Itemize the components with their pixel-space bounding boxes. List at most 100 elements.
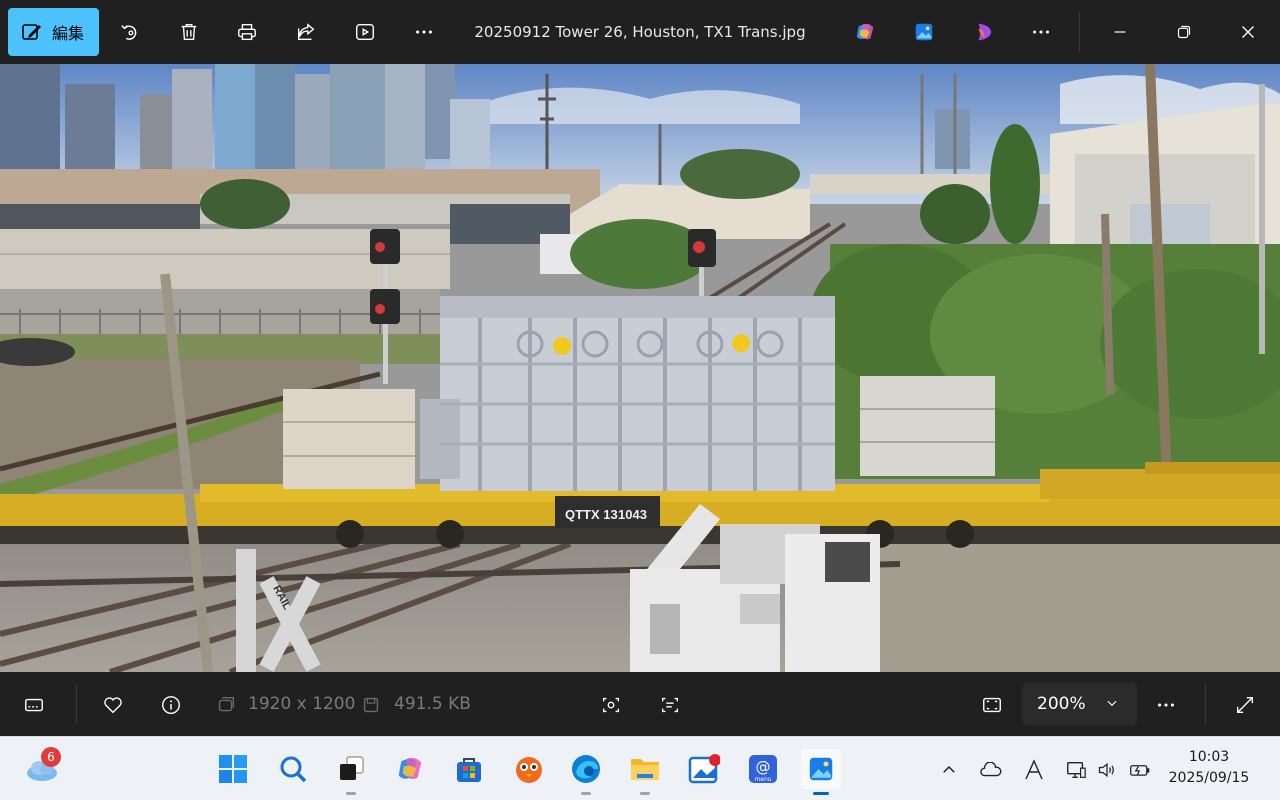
fullscreen-button[interactable]	[1232, 692, 1258, 718]
copilot-icon	[398, 757, 422, 779]
toolbar-divider	[1079, 12, 1080, 52]
copilot-taskbar-button[interactable]	[390, 749, 430, 789]
chevron-down-icon	[1107, 700, 1117, 707]
top-toolbar: 編集 20250912 Tower 26, Houston, TX1 Trans…	[0, 0, 1280, 64]
photos-app-icon	[809, 757, 833, 781]
windows-logo-icon	[219, 755, 247, 783]
onedrive-tray-icon[interactable]	[980, 759, 1002, 781]
close-button[interactable]	[1232, 16, 1264, 48]
cargo-block-right	[860, 376, 995, 476]
favorite-button[interactable]	[100, 692, 126, 718]
slideshow-button[interactable]	[349, 16, 381, 48]
app-more-button[interactable]	[1025, 16, 1057, 48]
store-button[interactable]	[449, 749, 489, 789]
file-size: 491.5 KB	[394, 694, 471, 714]
system-clock[interactable]: 10:03 2025/09/15	[1166, 747, 1252, 789]
clock-date: 2025/09/15	[1168, 770, 1250, 786]
task-view-button[interactable]	[331, 749, 371, 795]
infobar-divider-right	[1205, 684, 1206, 724]
fit-window-icon	[983, 697, 1001, 713]
picture-edit-icon	[688, 754, 720, 784]
visual-search-icon	[602, 697, 620, 713]
more-icon	[1033, 30, 1049, 34]
edit-button[interactable]: 編集	[8, 8, 99, 56]
print-button[interactable]	[231, 16, 263, 48]
photos-taskbar-button[interactable]	[801, 749, 841, 795]
chevron-up-icon	[943, 765, 955, 773]
search-icon	[280, 756, 307, 783]
save-disk-icon	[363, 697, 379, 713]
clock-time: 10:03	[1188, 749, 1230, 765]
duolingo-owl-icon	[516, 757, 542, 783]
more-options-button[interactable]	[408, 16, 440, 48]
svg-text:@: @	[756, 758, 771, 776]
volume-icon	[1098, 762, 1114, 778]
edge-button[interactable]	[566, 749, 606, 795]
text-extract-button[interactable]	[657, 692, 683, 718]
file-explorer-button[interactable]	[625, 749, 665, 795]
duolingo-button[interactable]	[509, 749, 549, 789]
info-bar: 1920 x 1200 491.5 KB 200%	[0, 672, 1280, 736]
image-dimensions: 1920 x 1200	[248, 694, 356, 714]
photos-app-button[interactable]	[908, 16, 940, 48]
network-tray-icon[interactable]	[1065, 759, 1087, 781]
ime-indicator[interactable]	[1023, 759, 1045, 781]
task-view-icon	[340, 756, 364, 780]
file-title: 20250912 Tower 26, Houston, TX1 Trans.jp…	[474, 23, 806, 41]
file-info-button[interactable]	[158, 692, 184, 718]
minimize-button[interactable]	[1104, 16, 1136, 48]
edit-label: 編集	[52, 24, 85, 43]
resolution-icon-wrap	[213, 692, 239, 718]
edge-browser-icon	[572, 755, 600, 783]
running-indicator	[640, 792, 650, 795]
close-icon	[1242, 26, 1254, 38]
text-scan-icon	[661, 697, 679, 713]
transformer	[420, 296, 835, 491]
start-button[interactable]	[213, 749, 253, 789]
folder-icon	[631, 759, 659, 780]
store-icon	[457, 758, 481, 782]
designer-icon	[978, 23, 992, 41]
designer-button[interactable]	[968, 16, 1000, 48]
more-icon	[1158, 703, 1174, 707]
photo: QTTX 13 1043 RAIL	[0, 64, 1280, 672]
running-indicator	[346, 792, 356, 795]
fit-to-window-button[interactable]	[979, 692, 1005, 718]
cargo-block-left	[283, 389, 415, 489]
running-indicator	[581, 792, 591, 795]
railcar-number: 1043	[618, 507, 647, 522]
weather-notification-badge: 6	[41, 747, 61, 767]
ime-a-icon	[1025, 759, 1043, 780]
search-button[interactable]	[273, 749, 313, 789]
copilot-button[interactable]	[849, 16, 881, 48]
active-indicator	[813, 792, 829, 795]
share-button[interactable]	[290, 16, 322, 48]
restore-button[interactable]	[1168, 16, 1200, 48]
zoom-level: 200%	[1037, 694, 1086, 714]
more-view-options-button[interactable]	[1153, 692, 1179, 718]
rotate-button[interactable]	[114, 16, 146, 48]
zoom-dropdown[interactable]: 200%	[1022, 683, 1137, 725]
show-hidden-icons-button[interactable]	[938, 759, 960, 781]
delete-icon	[181, 23, 197, 41]
infobar-divider	[76, 684, 77, 724]
volume-tray-icon[interactable]	[1096, 759, 1118, 781]
battery-tray-icon[interactable]	[1129, 759, 1151, 781]
filmstrip-button[interactable]	[21, 692, 47, 718]
resolution-icon	[218, 696, 235, 712]
rotate-icon	[121, 25, 137, 40]
slideshow-icon	[356, 23, 374, 41]
visual-search-button[interactable]	[598, 692, 624, 718]
delete-button[interactable]	[173, 16, 205, 48]
network-icon	[1067, 761, 1086, 779]
filesize-icon-wrap	[358, 692, 384, 718]
cloud-icon	[980, 762, 1002, 777]
heart-icon	[104, 697, 122, 714]
filmstrip-icon	[25, 698, 43, 712]
mail-button[interactable]: @ menu	[743, 749, 783, 789]
svg-text:menu: menu	[754, 776, 771, 783]
image-viewport[interactable]: QTTX 13 1043 RAIL	[0, 64, 1280, 672]
battery-icon	[1130, 765, 1150, 776]
copilot-icon	[856, 23, 874, 40]
photo-editor-button[interactable]	[684, 749, 724, 789]
